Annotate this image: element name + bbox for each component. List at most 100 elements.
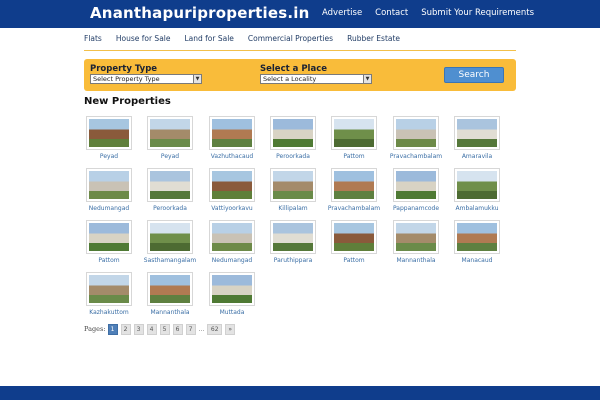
property-location-link[interactable]: Killipalam	[262, 205, 324, 212]
page-6-button[interactable]: 6	[172, 323, 183, 335]
property-thumbnail[interactable]	[147, 272, 193, 306]
page-next-button[interactable]: »	[225, 323, 236, 335]
property-thumbnail[interactable]	[147, 116, 193, 150]
property-location-link[interactable]: Amaravila	[446, 153, 508, 160]
page-7-button[interactable]: 7	[185, 323, 196, 335]
property-thumbnail[interactable]	[209, 116, 255, 150]
property-card[interactable]: Pravachambalam	[390, 116, 442, 166]
property-card[interactable]: Killipalam	[270, 168, 316, 218]
property-location-link[interactable]: Mannanthala	[385, 257, 447, 264]
page-2-button[interactable]: 2	[120, 323, 131, 335]
footer-bar	[0, 386, 600, 400]
property-photo	[150, 171, 190, 199]
property-card[interactable]: Pattom	[331, 220, 377, 270]
property-card[interactable]: Muttada	[209, 272, 255, 322]
property-thumbnail[interactable]	[331, 220, 377, 254]
category-commercial-properties[interactable]: Commercial Properties	[248, 34, 333, 43]
category-rubber-estate[interactable]: Rubber Estate	[347, 34, 400, 43]
property-photo	[89, 171, 129, 199]
property-photo	[396, 171, 436, 199]
property-location-link[interactable]: Ambalamukku	[446, 205, 508, 212]
page-1-button[interactable]: 1	[107, 323, 118, 335]
property-location-link[interactable]: Pravachambalam	[323, 205, 385, 212]
property-card[interactable]: Vattiyoorkavu	[209, 168, 255, 218]
property-card[interactable]: Vazhuthacaud	[209, 116, 255, 166]
property-photo	[150, 223, 190, 251]
property-thumbnail[interactable]	[331, 116, 377, 150]
property-thumbnail[interactable]	[147, 168, 193, 202]
property-card[interactable]: Sasthamangalam	[144, 220, 196, 270]
page-3-button[interactable]: 3	[133, 323, 144, 335]
property-card[interactable]: Pappanamcode	[393, 168, 439, 218]
page-4-button[interactable]: 4	[146, 323, 157, 335]
nav-submit-requirements[interactable]: Submit Your Requirements	[421, 8, 534, 18]
site-logo[interactable]: Ananthapuriproperties.in	[90, 4, 310, 22]
property-card[interactable]: Pattom	[331, 116, 377, 166]
property-card[interactable]: Amaravila	[454, 116, 500, 166]
property-location-link[interactable]: Pattom	[323, 257, 385, 264]
property-location-link[interactable]: Kazhakuttom	[78, 309, 140, 316]
property-photo	[334, 119, 374, 147]
property-card[interactable]: Paruthippara	[270, 220, 316, 270]
property-card[interactable]: Peroorkada	[270, 116, 316, 166]
property-location-link[interactable]: Nedumangad	[201, 257, 263, 264]
property-location-link[interactable]: Peroorkada	[139, 205, 201, 212]
property-thumbnail[interactable]	[270, 220, 316, 254]
property-location-link[interactable]: Mannanthala	[139, 309, 201, 316]
nav-advertise[interactable]: Advertise	[322, 8, 362, 18]
nav-contact[interactable]: Contact	[375, 8, 408, 18]
property-card[interactable]: Peyad	[147, 116, 193, 166]
property-card[interactable]: Pattom	[86, 220, 132, 270]
property-thumbnail[interactable]	[86, 116, 132, 150]
property-thumbnail[interactable]	[270, 168, 316, 202]
page-5-button[interactable]: 5	[159, 323, 170, 335]
property-thumbnail[interactable]	[393, 116, 439, 150]
search-button[interactable]: Search	[444, 67, 504, 83]
property-location-link[interactable]: Pattom	[323, 153, 385, 160]
property-card[interactable]: Nedumangad	[86, 168, 132, 218]
property-card[interactable]: Pravachambalam	[328, 168, 380, 218]
property-card[interactable]: Nedumangad	[209, 220, 255, 270]
search-bar: Property Type Select Property Type ▼ Sel…	[84, 59, 516, 91]
property-thumbnail[interactable]	[454, 116, 500, 150]
page-last-button[interactable]: 62	[207, 323, 223, 335]
locality-select[interactable]: Select a Locality ▼	[260, 74, 372, 84]
property-location-link[interactable]: Sasthamangalam	[139, 257, 201, 264]
property-location-link[interactable]: Pappanamcode	[385, 205, 447, 212]
property-location-link[interactable]: Muttada	[201, 309, 263, 316]
property-card[interactable]: Mannanthala	[393, 220, 439, 270]
property-thumbnail[interactable]	[147, 220, 193, 254]
property-card[interactable]: Peroorkada	[147, 168, 193, 218]
property-location-link[interactable]: Vattiyoorkavu	[201, 205, 263, 212]
property-thumbnail[interactable]	[209, 168, 255, 202]
property-thumbnail[interactable]	[86, 220, 132, 254]
property-location-link[interactable]: Peroorkada	[262, 153, 324, 160]
property-thumbnail[interactable]	[270, 116, 316, 150]
property-location-link[interactable]: Peyad	[78, 153, 140, 160]
property-thumbnail[interactable]	[454, 220, 500, 254]
category-land-for-sale[interactable]: Land for Sale	[184, 34, 233, 43]
property-thumbnail[interactable]	[454, 168, 500, 202]
category-flats[interactable]: Flats	[84, 34, 102, 43]
property-type-select[interactable]: Select Property Type ▼	[90, 74, 202, 84]
property-location-link[interactable]: Pravachambalam	[385, 153, 447, 160]
property-thumbnail[interactable]	[86, 168, 132, 202]
property-location-link[interactable]: Pattom	[78, 257, 140, 264]
property-thumbnail[interactable]	[393, 168, 439, 202]
property-location-link[interactable]: Peyad	[139, 153, 201, 160]
property-card[interactable]: Kazhakuttom	[86, 272, 132, 322]
property-card[interactable]: Mannanthala	[147, 272, 193, 322]
property-location-link[interactable]: Vazhuthacaud	[201, 153, 263, 160]
property-location-link[interactable]: Paruthippara	[262, 257, 324, 264]
property-thumbnail[interactable]	[209, 220, 255, 254]
property-location-link[interactable]: Nedumangad	[78, 205, 140, 212]
property-card[interactable]: Peyad	[86, 116, 132, 166]
property-thumbnail[interactable]	[209, 272, 255, 306]
property-card[interactable]: Ambalamukku	[454, 168, 500, 218]
property-thumbnail[interactable]	[86, 272, 132, 306]
category-house-for-sale[interactable]: House for Sale	[116, 34, 171, 43]
property-thumbnail[interactable]	[331, 168, 377, 202]
property-card[interactable]: Manacaud	[454, 220, 500, 270]
property-thumbnail[interactable]	[393, 220, 439, 254]
property-location-link[interactable]: Manacaud	[446, 257, 508, 264]
